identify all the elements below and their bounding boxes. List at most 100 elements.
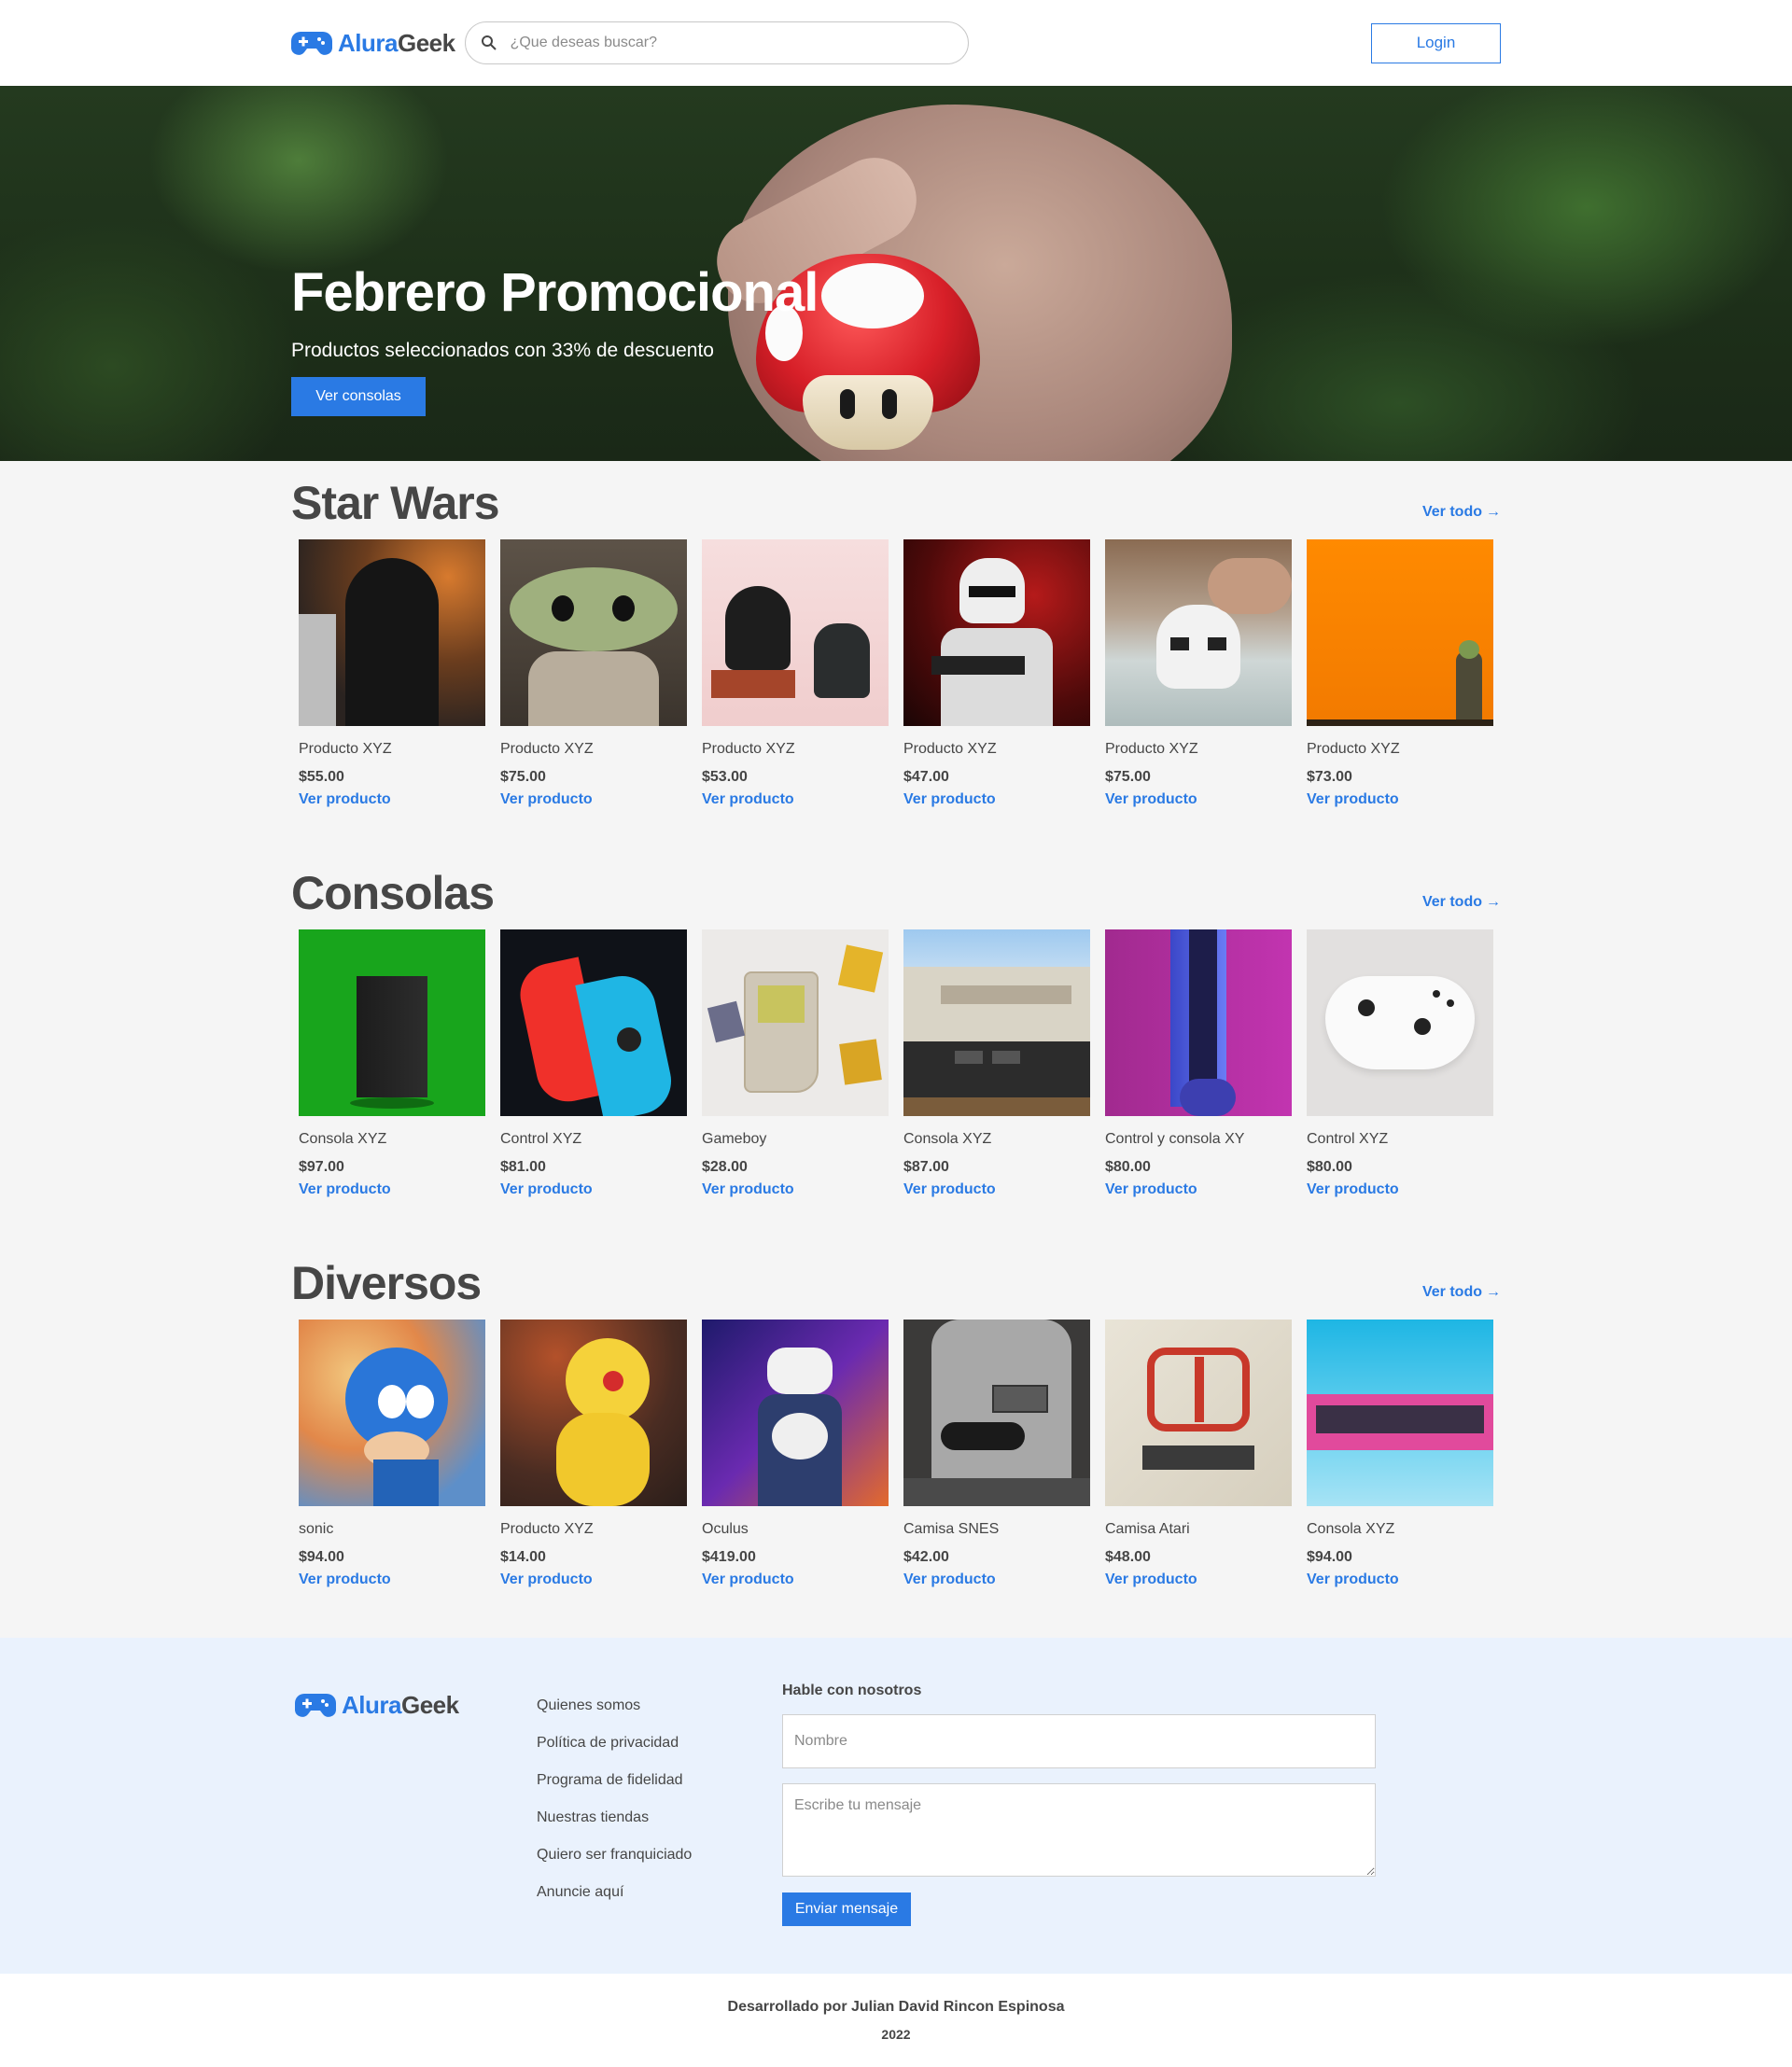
ver-producto-link[interactable]: Ver producto [1307,1181,1493,1198]
ver-consolas-button[interactable]: Ver consolas [291,377,426,416]
developer-credit: Desarrollado por Julian David Rincon Esp… [727,1999,1065,2015]
ver-producto-link[interactable]: Ver producto [500,791,687,808]
product-name: Consola XYZ [903,1131,992,1147]
product-card: Control XYZ $80.00 Ver producto [1307,929,1493,1198]
product-image [500,1320,687,1506]
product-name: Camisa SNES [903,1521,1000,1537]
product-name: Control y consola XY [1105,1131,1245,1147]
ver-producto-link[interactable]: Ver producto [903,1571,1090,1588]
product-card: Consola XYZ $94.00 Ver producto [1307,1320,1493,1588]
ver-todo-link[interactable]: Ver todo → [1422,1284,1501,1301]
product-image [299,929,485,1116]
footer-logo[interactable]: AluraGeek [295,1690,459,1720]
search-bar [464,21,969,64]
ver-producto-link[interactable]: Ver producto [903,791,1090,808]
arrow-right-icon: → [1486,504,1501,520]
arrow-right-icon: → [1486,1284,1501,1300]
product-card: Camisa Atari $48.00 Ver producto [1105,1320,1292,1588]
footer-link-tiendas[interactable]: Nuestras tiendas [537,1809,692,1847]
mushroom-stem [803,375,933,450]
product-price: $48.00 [1105,1549,1151,1565]
product-name: Producto XYZ [903,741,997,757]
product-name: Control XYZ [500,1131,582,1147]
ver-producto-link[interactable]: Ver producto [299,1571,485,1588]
logo-text: AluraGeek [342,1690,459,1719]
product-image [702,539,889,726]
product-name: Producto XYZ [500,1521,594,1537]
product-card: Oculus $419.00 Ver producto [702,1320,889,1588]
product-image [1307,929,1493,1116]
name-field[interactable] [782,1714,1376,1768]
product-name: Producto XYZ [1307,741,1400,757]
mushroom-spot [821,263,924,328]
product-image [903,1320,1090,1506]
product-price: $47.00 [903,769,949,785]
ver-producto-link[interactable]: Ver producto [1307,1571,1493,1588]
ver-todo-link[interactable]: Ver todo → [1422,504,1501,521]
arrow-right-icon: → [1486,894,1501,910]
product-card: Producto XYZ $75.00 Ver producto [500,539,687,808]
product-price: $81.00 [500,1159,546,1175]
section-title: Diversos [291,1257,482,1309]
contact-form: Hable con nosotros Enviar mensaje [782,1683,1376,1926]
footer-link-fidelidad[interactable]: Programa de fidelidad [537,1772,692,1809]
product-card: Producto XYZ $14.00 Ver producto [500,1320,687,1588]
login-button[interactable]: Login [1371,22,1501,63]
ver-producto-link[interactable]: Ver producto [500,1181,687,1198]
product-price: $94.00 [1307,1549,1352,1565]
product-image [500,929,687,1116]
product-name: sonic [299,1521,334,1537]
logo[interactable]: AluraGeek [291,28,455,58]
ver-producto-link[interactable]: Ver producto [702,791,889,808]
product-card: Producto XYZ $75.00 Ver producto [1105,539,1292,808]
ver-producto-link[interactable]: Ver producto [1105,791,1292,808]
product-price: $75.00 [500,769,546,785]
product-card: Control y consola XY $80.00 Ver producto [1105,929,1292,1198]
ver-producto-link[interactable]: Ver producto [903,1181,1090,1198]
ver-producto-link[interactable]: Ver producto [299,1181,485,1198]
ver-producto-link[interactable]: Ver producto [500,1571,687,1588]
send-message-button[interactable]: Enviar mensaje [782,1892,911,1926]
footer-link-anuncie[interactable]: Anuncie aquí [537,1884,692,1921]
product-name: Consola XYZ [1307,1521,1395,1537]
product-price: $73.00 [1307,769,1352,785]
message-field[interactable] [782,1783,1376,1877]
ver-producto-link[interactable]: Ver producto [1105,1181,1292,1198]
ver-producto-link[interactable]: Ver producto [1307,791,1493,808]
mushroom-eye [882,389,897,419]
product-image [702,929,889,1116]
section-title: Consolas [291,867,495,919]
product-image [903,929,1090,1116]
product-price: $28.00 [702,1159,748,1175]
search-input[interactable] [510,35,921,51]
footer-link-privacidad[interactable]: Política de privacidad [537,1735,692,1772]
product-name: Gameboy [702,1131,767,1147]
product-image [1307,539,1493,726]
product-image [299,1320,485,1506]
ver-producto-link[interactable]: Ver producto [702,1571,889,1588]
logo-text: AluraGeek [338,28,455,57]
hero-subtitle: Productos seleccionados con 33% de descu… [291,340,714,361]
product-image [299,539,485,726]
product-name: Consola XYZ [299,1131,387,1147]
ver-producto-link[interactable]: Ver producto [1105,1571,1292,1588]
product-name: Camisa Atari [1105,1521,1190,1537]
product-price: $42.00 [903,1549,949,1565]
product-name: Producto XYZ [1105,741,1198,757]
ver-todo-link[interactable]: Ver todo → [1422,894,1501,911]
ver-producto-link[interactable]: Ver producto [299,791,485,808]
credit-year: 2022 [881,2027,911,2042]
product-card: Producto XYZ $47.00 Ver producto [903,539,1090,808]
product-price: $87.00 [903,1159,949,1175]
product-image [1105,1320,1292,1506]
section-title: Star Wars [291,477,500,529]
product-name: Producto XYZ [299,741,392,757]
footer-link-franquiciado[interactable]: Quiero ser franquiciado [537,1847,692,1884]
ver-producto-link[interactable]: Ver producto [702,1181,889,1198]
section-star-wars: Star Wars Ver todo → Producto XYZ $55.00 … [291,474,1501,808]
product-image [903,539,1090,726]
footer-link-quienes-somos[interactable]: Quienes somos [537,1697,692,1735]
hero-banner: Febrero Promocional Productos selecciona… [0,86,1792,461]
product-card: Consola XYZ $87.00 Ver producto [903,929,1090,1198]
product-card: Producto XYZ $73.00 Ver producto [1307,539,1493,808]
